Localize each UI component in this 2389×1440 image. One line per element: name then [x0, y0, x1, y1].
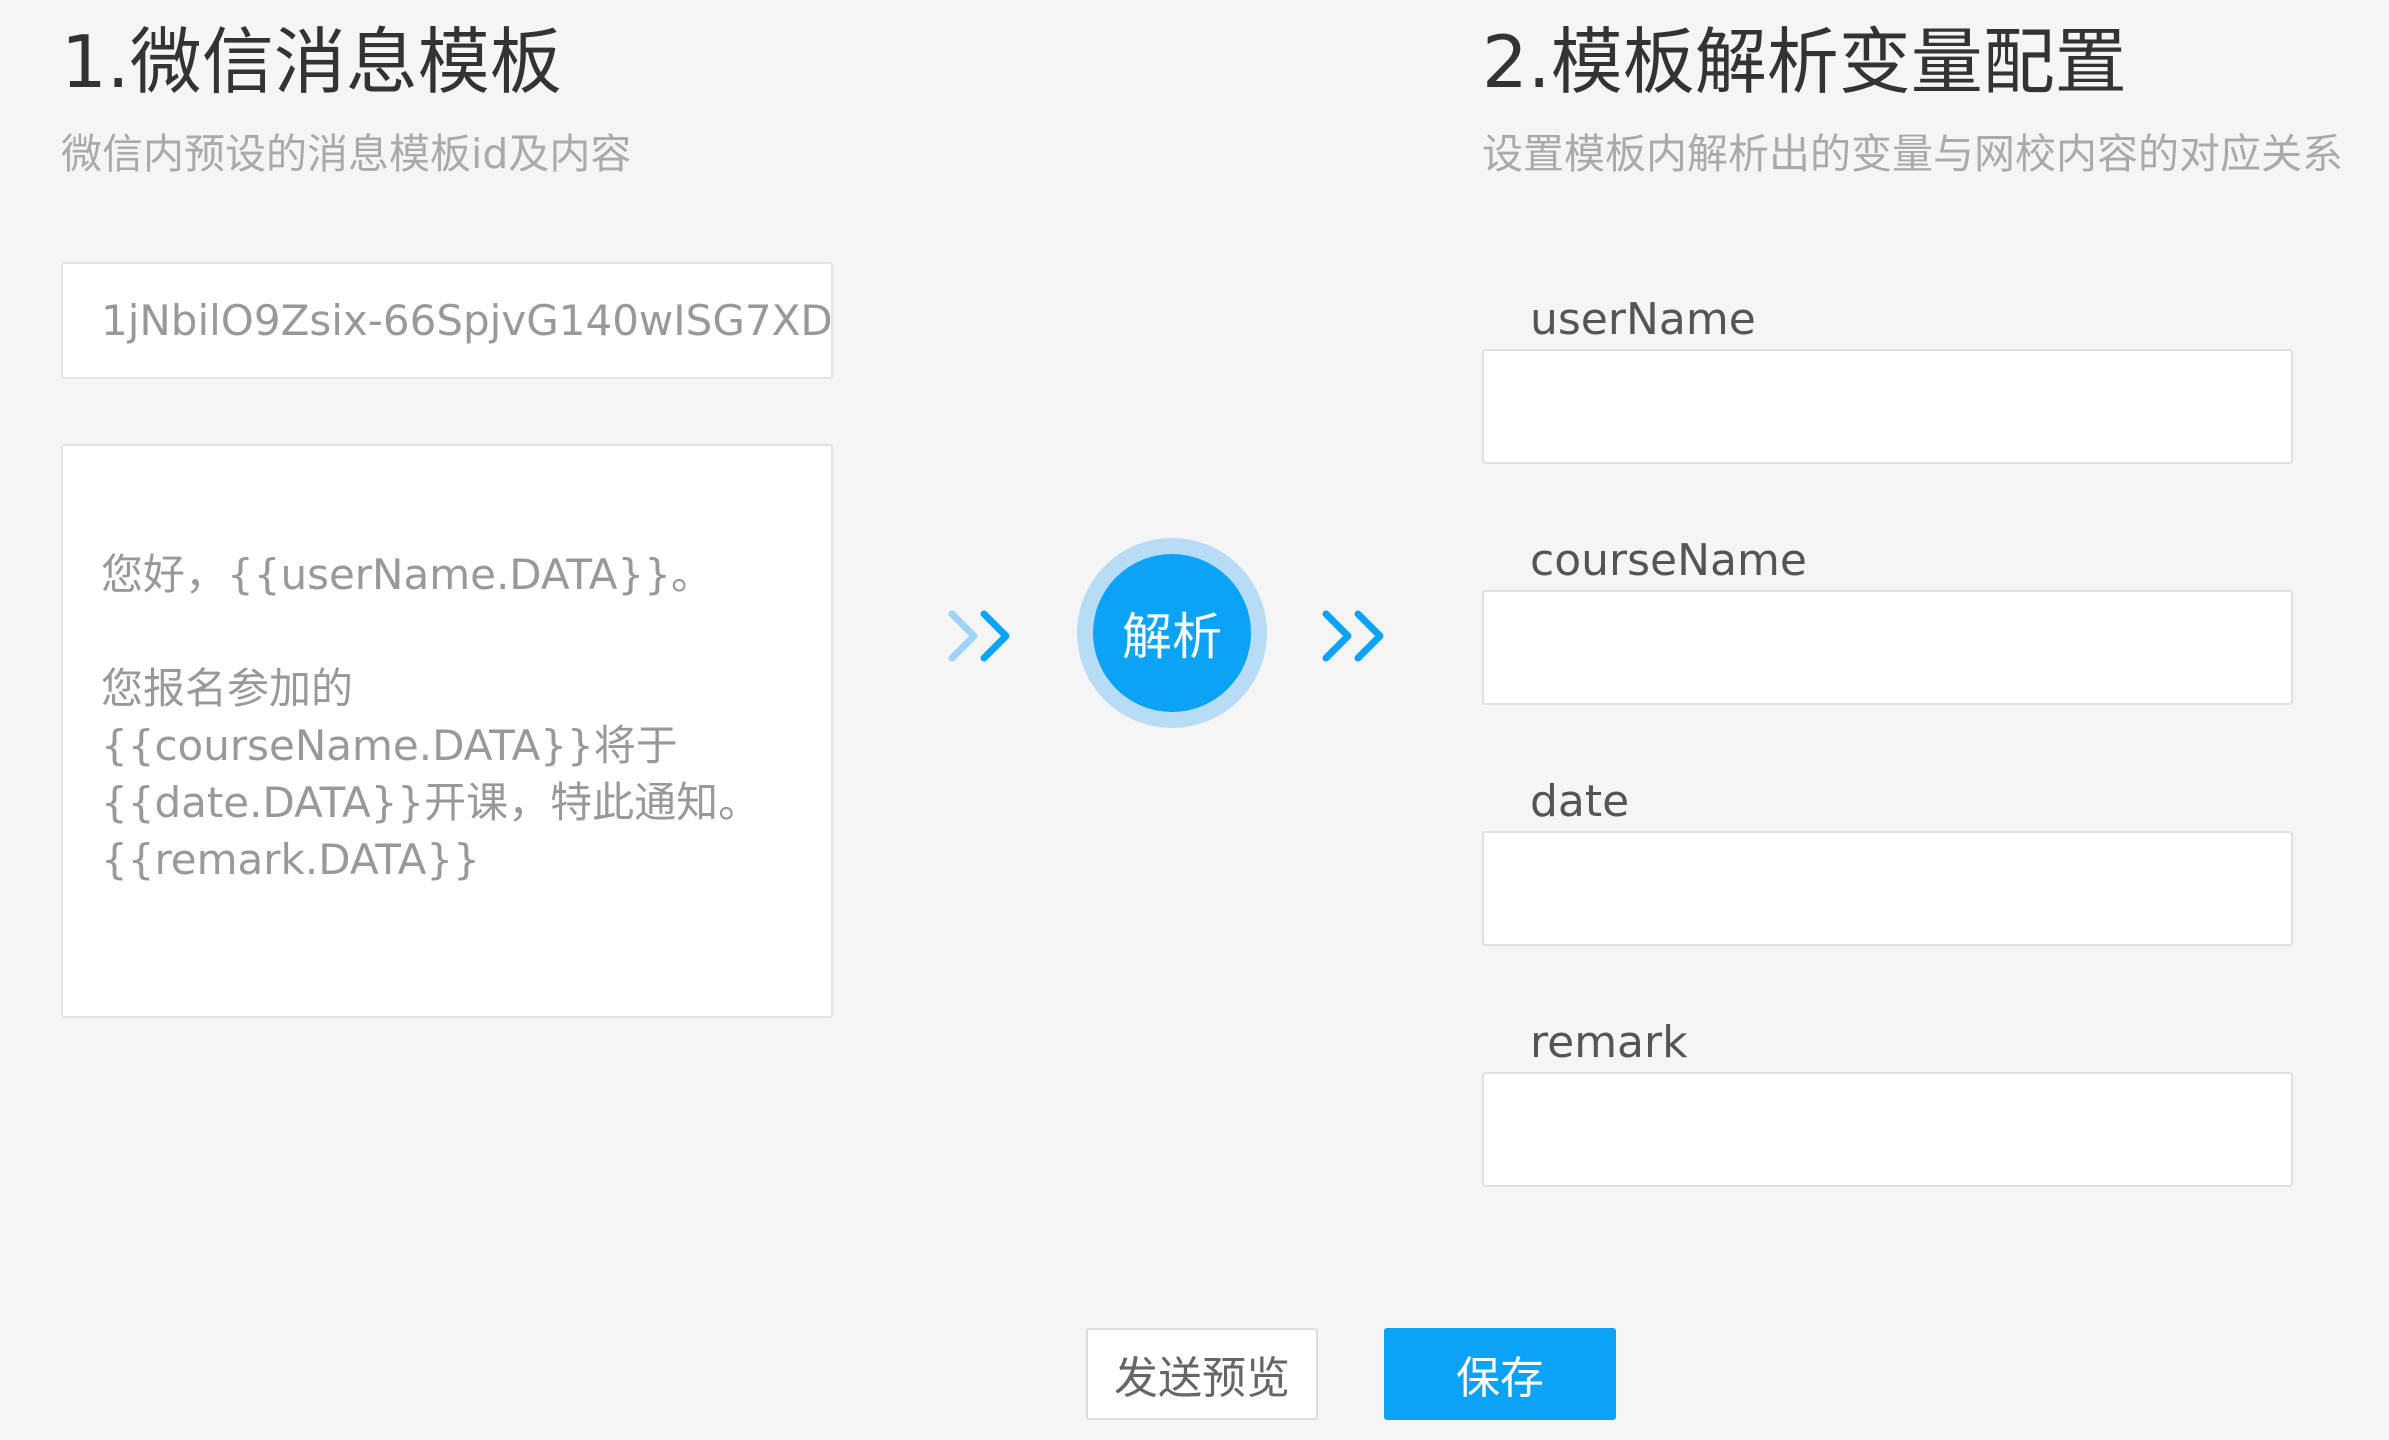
- save-button[interactable]: 保存: [1384, 1328, 1616, 1420]
- variable-label-remark: remark: [1530, 1017, 1688, 1068]
- variables-section-subtitle: 设置模板内解析出的变量与网校内容的对应关系: [1482, 130, 2343, 178]
- parse-button[interactable]: 解析: [1093, 554, 1251, 712]
- template-id-input[interactable]: [61, 262, 833, 379]
- variable-input-username[interactable]: [1482, 349, 2293, 464]
- template-section-title: 1.微信消息模板: [61, 20, 562, 104]
- variables-section-title: 2.模板解析变量配置: [1482, 20, 2127, 104]
- template-content-textarea[interactable]: 您好，{{userName.DATA}}。 您报名参加的 {{courseNam…: [61, 444, 833, 1018]
- variable-input-coursename[interactable]: [1482, 590, 2293, 705]
- variable-label-username: userName: [1530, 294, 1756, 345]
- double-chevron-right-icon: [1322, 610, 1384, 662]
- double-chevron-right-icon: [948, 610, 1010, 662]
- variable-input-remark[interactable]: [1482, 1072, 2293, 1187]
- send-preview-button[interactable]: 发送预览: [1086, 1328, 1318, 1420]
- variable-input-date[interactable]: [1482, 831, 2293, 946]
- variable-label-coursename: courseName: [1530, 535, 1807, 586]
- variable-label-date: date: [1530, 776, 1630, 827]
- template-section-subtitle: 微信内预设的消息模板id及内容: [61, 130, 632, 178]
